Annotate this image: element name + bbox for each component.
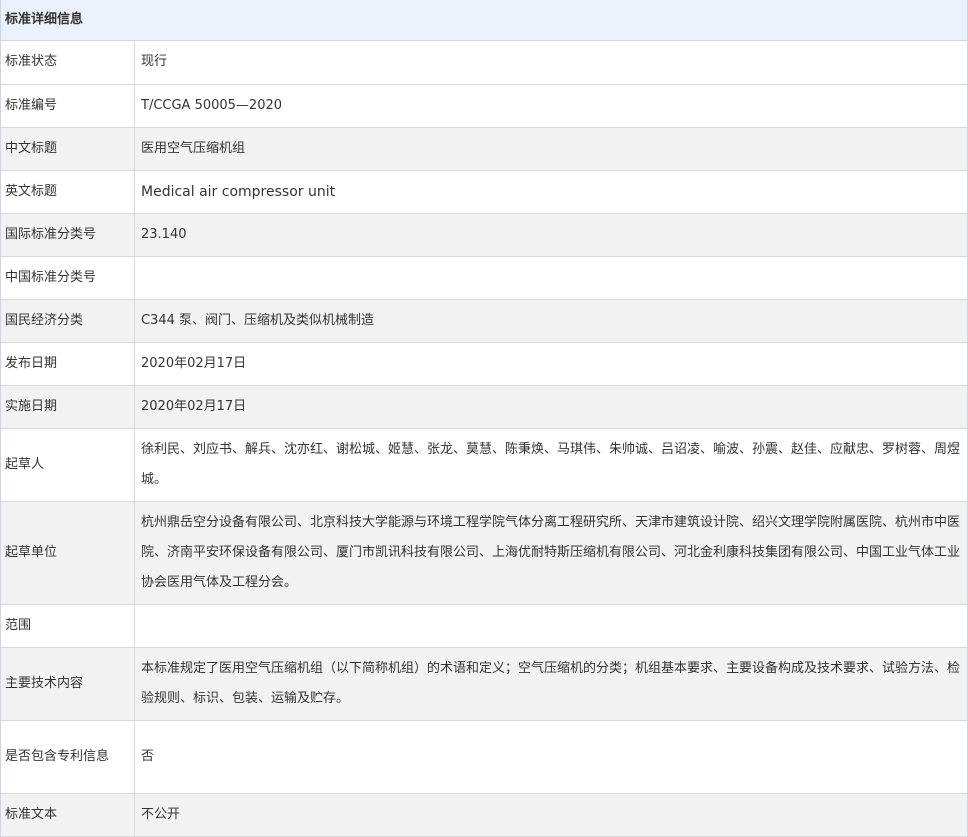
row-value-standard-text: 不公开 [134, 793, 967, 837]
table-row: 发布日期 2020年02月17日 [1, 342, 967, 386]
row-value-english-title: Medical air compressor unit [134, 170, 967, 214]
row-label-main-content: 主要技术内容 [1, 647, 135, 721]
row-value-status: 现行 [134, 41, 967, 85]
table-row: 是否包含专利信息 否 [1, 720, 967, 794]
row-label-scope: 范围 [1, 604, 135, 648]
row-label-chinese-title: 中文标题 [1, 127, 135, 171]
table-row: 国际标准分类号 23.140 [1, 213, 967, 257]
row-value-number: T/CCGA 50005—2020 [134, 84, 967, 128]
table-row: 范围 [1, 604, 967, 648]
row-label-publish-date: 发布日期 [1, 342, 135, 386]
row-label-number: 标准编号 [1, 84, 135, 128]
table-row: 标准状态 现行 [1, 41, 967, 85]
row-value-ics: 23.140 [134, 213, 967, 257]
panel-title: 标准详细信息 [1, 0, 967, 41]
standard-detail-panel: 标准详细信息 标准状态 现行 标准编号 T/CCGA 50005—2020 中文… [0, 0, 968, 837]
row-value-ccs [134, 256, 967, 300]
table-row: 起草人 徐利民、刘应书、解兵、沈亦红、谢松城、姬慧、张龙、莫慧、陈秉焕、马琪伟、… [1, 428, 967, 502]
row-value-economy-class: C344 泵、阀门、压缩机及类似机械制造 [134, 299, 967, 343]
row-value-chinese-title: 医用空气压缩机组 [134, 127, 967, 171]
row-label-standard-text: 标准文本 [1, 793, 135, 837]
table-row: 中文标题 医用空气压缩机组 [1, 127, 967, 171]
row-value-scope [134, 604, 967, 648]
row-value-patent-info: 否 [134, 720, 967, 794]
table-row: 标准编号 T/CCGA 50005—2020 [1, 84, 967, 128]
table-row: 主要技术内容 本标准规定了医用空气压缩机组（以下简称机组）的术语和定义；空气压缩… [1, 647, 967, 721]
row-value-implement-date: 2020年02月17日 [134, 385, 967, 429]
row-label-drafters: 起草人 [1, 428, 135, 502]
row-label-economy-class: 国民经济分类 [1, 299, 135, 343]
table-row: 起草单位 杭州鼎岳空分设备有限公司、北京科技大学能源与环境工程学院气体分离工程研… [1, 501, 967, 605]
table-row: 标准文本 不公开 [1, 793, 967, 837]
row-label-drafting-units: 起草单位 [1, 501, 135, 605]
row-label-english-title: 英文标题 [1, 170, 135, 214]
row-label-status: 标准状态 [1, 41, 135, 85]
table-row: 英文标题 Medical air compressor unit [1, 170, 967, 214]
row-label-ics: 国际标准分类号 [1, 213, 135, 257]
row-value-publish-date: 2020年02月17日 [134, 342, 967, 386]
row-label-implement-date: 实施日期 [1, 385, 135, 429]
detail-table: 标准状态 现行 标准编号 T/CCGA 50005—2020 中文标题 医用空气… [1, 41, 967, 837]
table-row: 实施日期 2020年02月17日 [1, 385, 967, 429]
table-row: 国民经济分类 C344 泵、阀门、压缩机及类似机械制造 [1, 299, 967, 343]
row-label-patent-info: 是否包含专利信息 [1, 720, 135, 794]
table-row: 中国标准分类号 [1, 256, 967, 300]
row-value-drafters: 徐利民、刘应书、解兵、沈亦红、谢松城、姬慧、张龙、莫慧、陈秉焕、马琪伟、朱帅诚、… [134, 428, 967, 502]
row-value-drafting-units: 杭州鼎岳空分设备有限公司、北京科技大学能源与环境工程学院气体分离工程研究所、天津… [134, 501, 967, 605]
row-label-ccs: 中国标准分类号 [1, 256, 135, 300]
row-value-main-content: 本标准规定了医用空气压缩机组（以下简称机组）的术语和定义；空气压缩机的分类；机组… [134, 647, 967, 721]
